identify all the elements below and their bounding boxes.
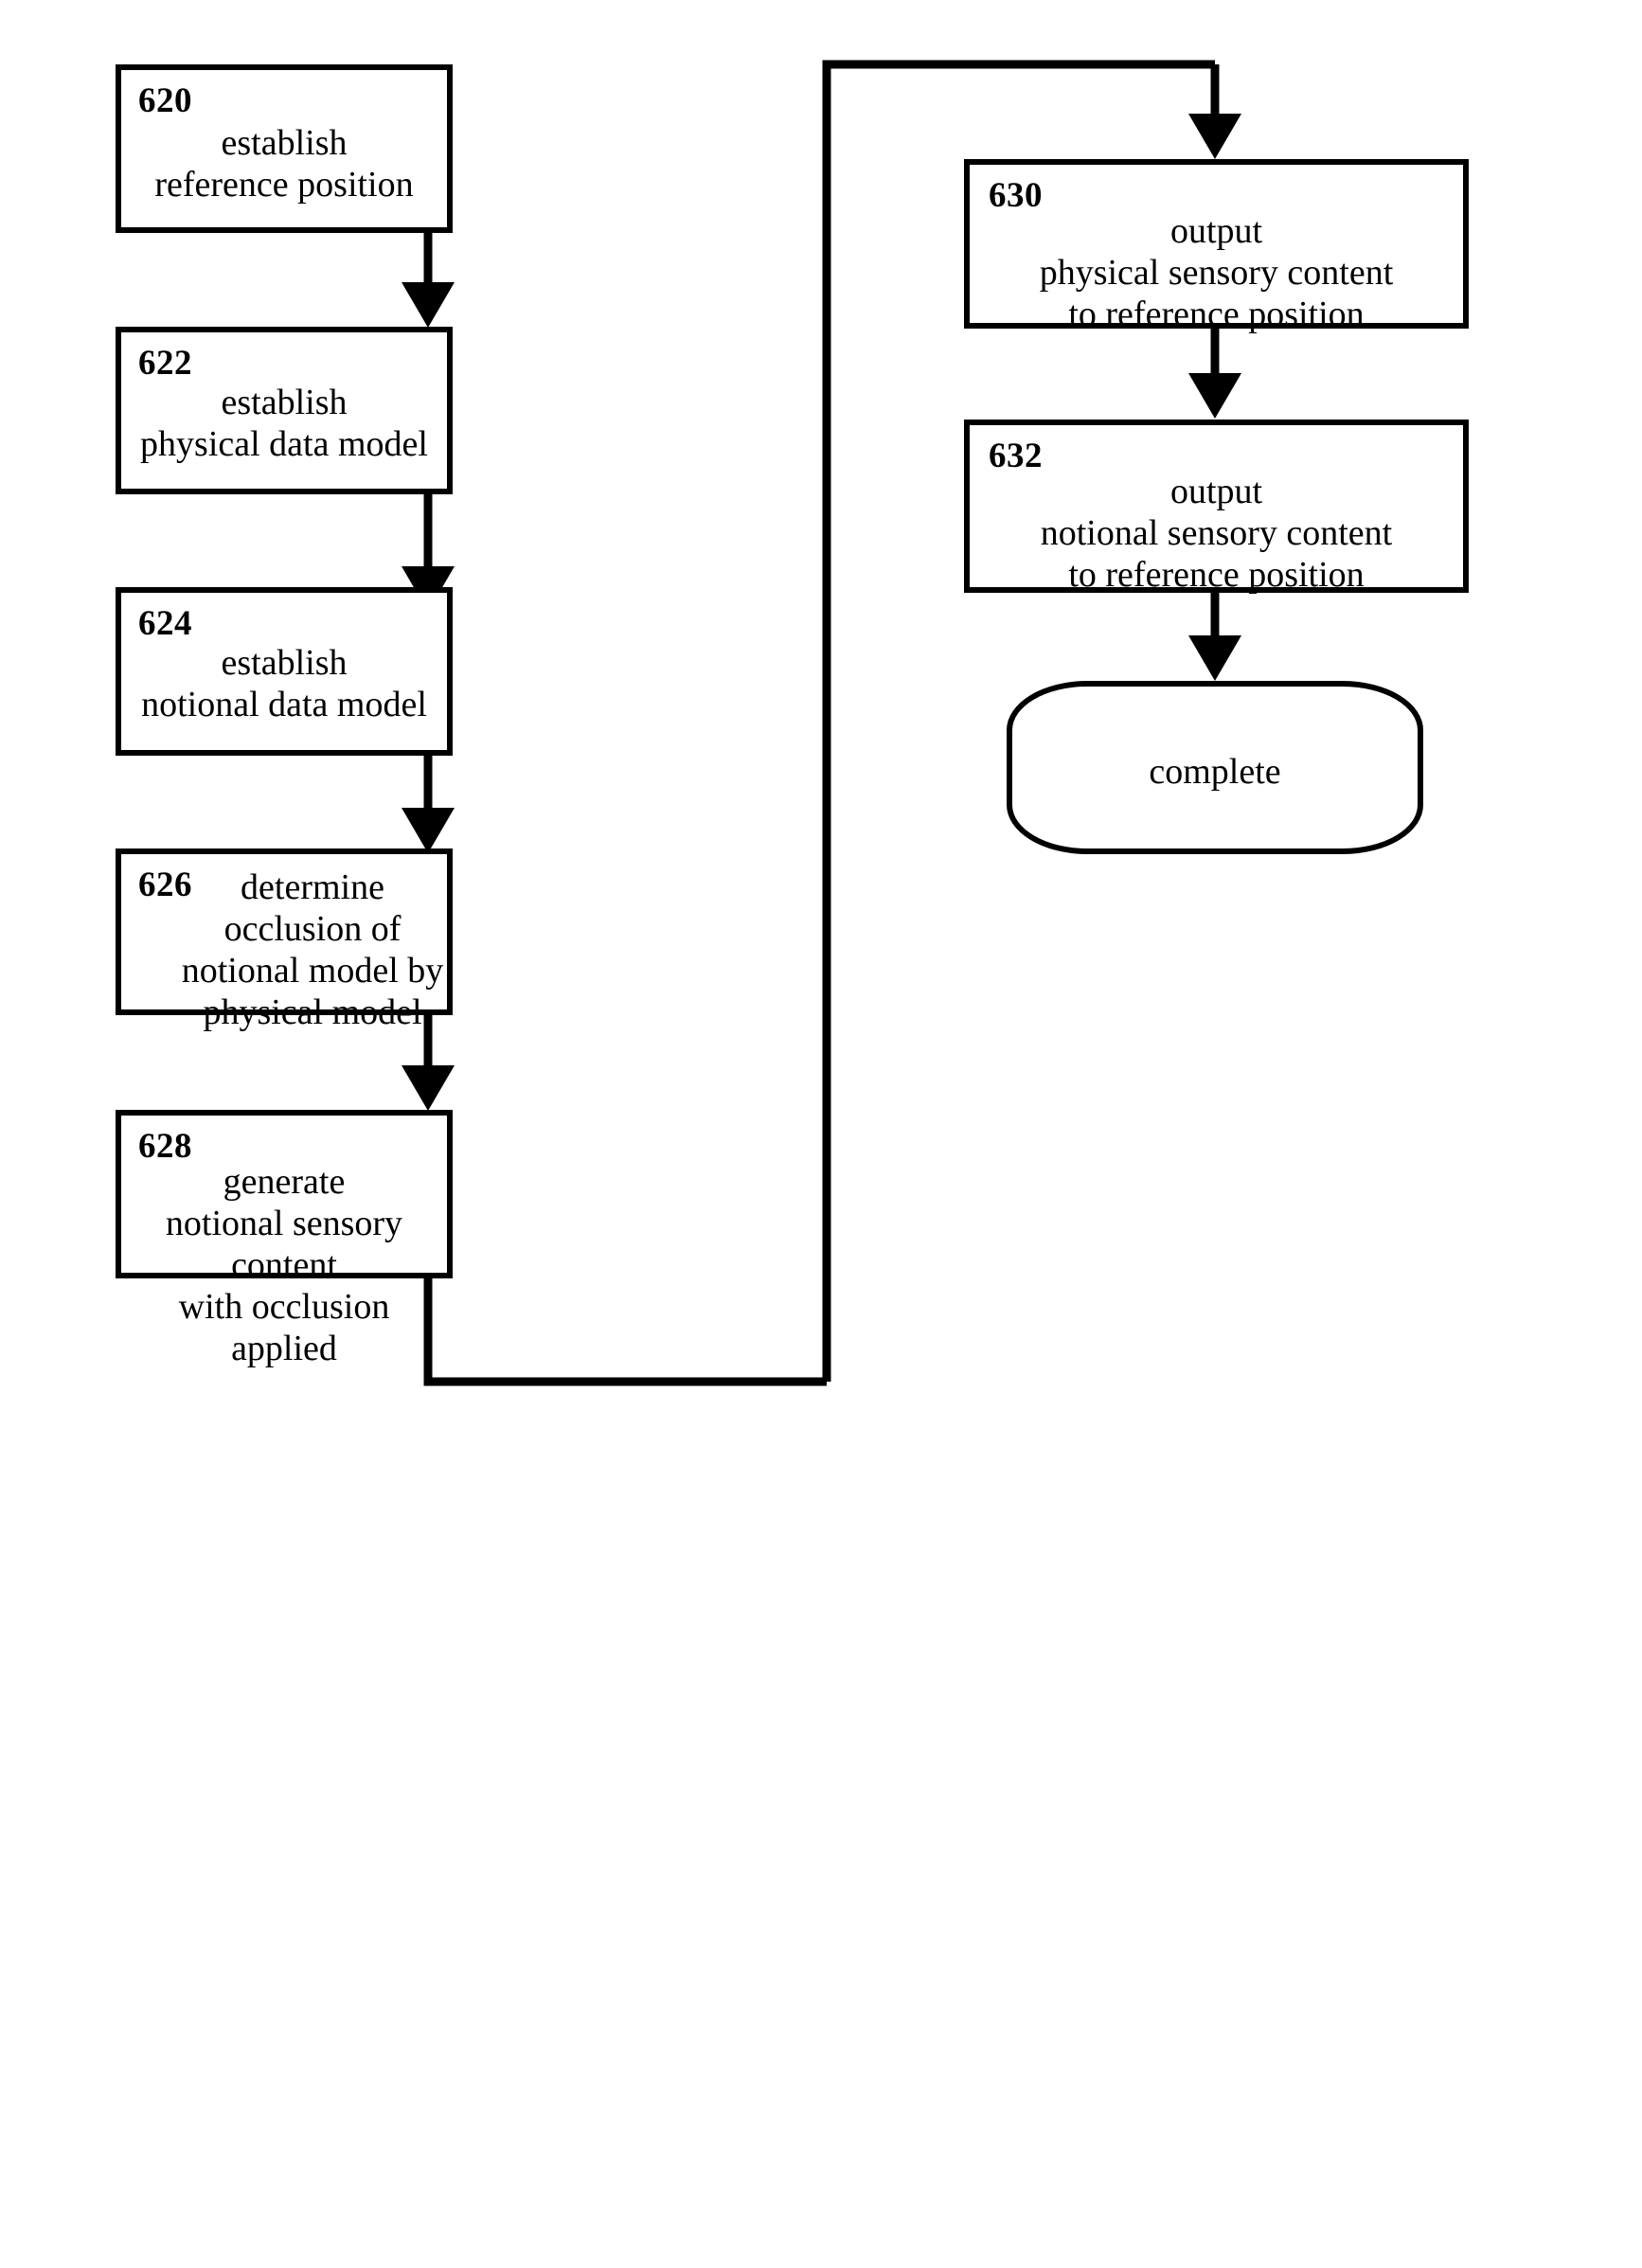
node-number-628: 628 <box>138 1127 192 1166</box>
node-number-622: 622 <box>138 344 192 383</box>
edge-632-complete <box>1188 593 1241 681</box>
edge-630-632 <box>1188 329 1241 419</box>
node-number-632: 632 <box>989 437 1043 475</box>
process-node-630[interactable]: 630 output physical sensory content to r… <box>964 159 1469 334</box>
process-node-622[interactable]: 622 establish physical data model <box>116 327 453 494</box>
node-label-620: establish reference position <box>154 123 414 205</box>
edge-624-626 <box>402 756 455 853</box>
node-label-622: establish physical data model <box>140 383 428 465</box>
terminal-node-complete[interactable]: complete <box>1007 681 1423 854</box>
flowchart-canvas: 620 establish reference position 622 est… <box>0 0 1642 2268</box>
node-label-624: establish notional data model <box>141 643 427 725</box>
terminal-label-complete: complete <box>1149 752 1281 792</box>
edge-620-622 <box>402 233 455 328</box>
node-label-632: output notional sensory content to refer… <box>1040 472 1393 596</box>
node-number-630: 630 <box>989 176 1043 215</box>
process-node-624[interactable]: 624 establish notional data model <box>116 587 453 756</box>
process-node-632[interactable]: 632 output notional sensory content to r… <box>964 420 1469 596</box>
node-number-624: 624 <box>138 604 192 643</box>
process-node-620[interactable]: 620 establish reference position <box>116 64 453 233</box>
node-label-626: determine occlusion of notional model by… <box>181 867 444 1033</box>
node-number-620: 620 <box>138 81 192 120</box>
process-node-626[interactable]: 626 determine occlusion of notional mode… <box>116 848 453 1032</box>
node-label-630: output physical sensory content to refer… <box>1039 211 1394 335</box>
node-label-628: generate notional sensory content with o… <box>165 1162 403 1369</box>
process-node-628[interactable]: 628 generate notional sensory content wi… <box>116 1110 453 1368</box>
